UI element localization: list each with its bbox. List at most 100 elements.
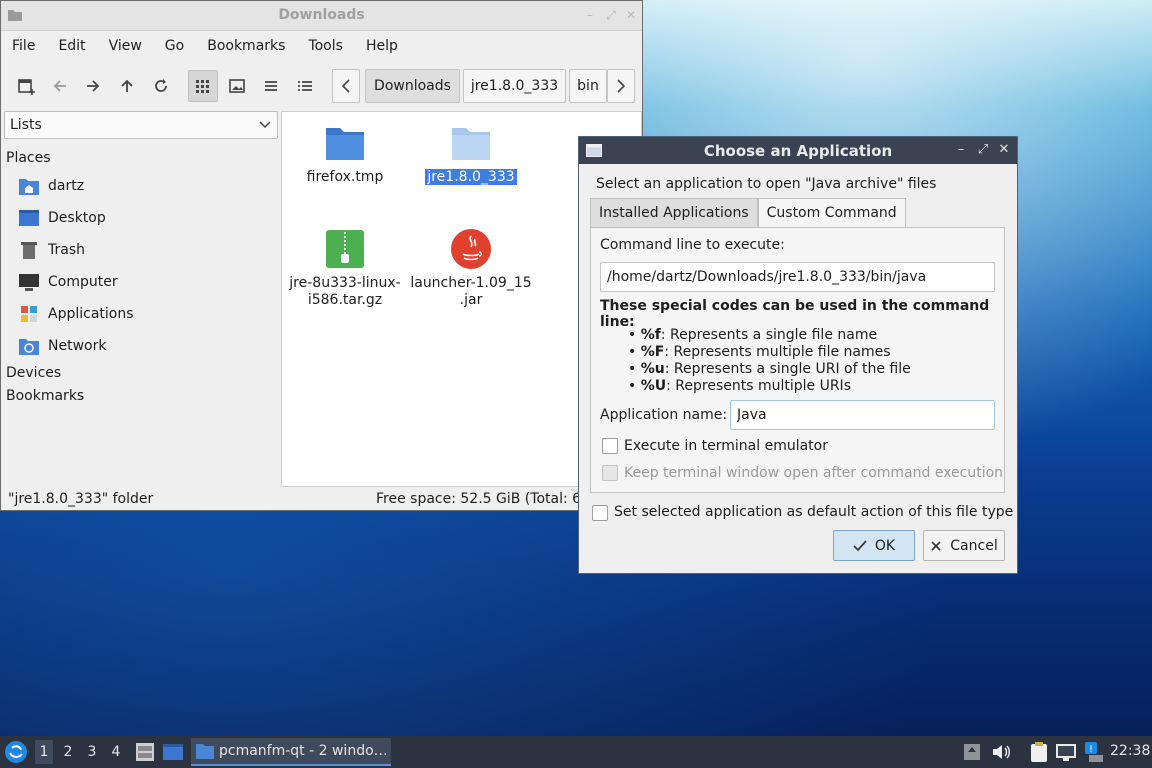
file-manager-titlebar[interactable]: Downloads – ⤢ ✕ [1,1,642,31]
menu-edit[interactable]: Edit [58,38,85,54]
icon-view-button[interactable] [188,70,218,102]
minimize-icon[interactable]: – [583,8,597,22]
status-selection: "jre1.8.0_333" folder [8,491,154,507]
special-codes-heading: These special codes can be used in the c… [600,298,990,330]
menu-go[interactable]: Go [165,38,184,54]
execute-in-terminal-checkbox[interactable] [602,438,618,454]
breadcrumb-jre[interactable]: jre1.8.0_333 [463,69,566,103]
tab-installed-applications[interactable]: Installed Applications [590,198,758,228]
workspace-4[interactable]: 4 [107,744,125,760]
code-symbol: %u [640,361,665,377]
reload-button[interactable] [146,70,176,102]
status-bar: "jre1.8.0_333" folder Free space: 52.5 G… [1,488,642,510]
menu-help[interactable]: Help [366,38,398,54]
command-line-label: Command line to execute: [600,237,785,253]
code-item: • %U: Represents multiple URIs [628,378,851,394]
cancel-button[interactable]: Cancel [923,530,1005,561]
detailed-view-button[interactable] [290,70,320,102]
file-manager-launcher[interactable] [134,741,156,763]
notification-icon[interactable]: ! [1082,741,1104,763]
close-icon[interactable]: ✕ [996,142,1012,158]
start-menu-button[interactable] [4,740,28,764]
side-pane-mode-select[interactable]: Lists [4,111,278,139]
menu-view[interactable]: View [109,38,142,54]
clock[interactable]: 22:38 [1110,743,1150,759]
computer-icon [18,271,40,293]
place-desktop[interactable]: Desktop [4,202,278,234]
file-name: jre1.8.0_333 [425,169,517,185]
volume-icon[interactable] [991,743,1011,761]
place-label: Network [48,338,107,354]
places-header[interactable]: Places [4,147,278,170]
folder-icon [326,128,364,160]
menu-bookmarks[interactable]: Bookmarks [207,38,285,54]
svg-text:!: ! [1089,744,1093,755]
dialog-tabs: Installed Applications Custom Command [590,198,906,228]
menu-file[interactable]: File [12,38,35,54]
code-symbol: %f [640,327,661,343]
thumbnail-view-icon [229,79,245,93]
folder-icon [196,744,214,759]
file-item[interactable]: launcher-1.09_15 .jar [408,228,534,309]
tab-custom-command[interactable]: Custom Command [757,198,906,228]
custom-command-pane: Command line to execute: These special c… [590,227,1005,493]
folder-icon [452,128,490,160]
clipboard-icon[interactable] [1029,741,1049,763]
ok-button[interactable]: OK [833,530,915,561]
place-network[interactable]: Network [4,330,278,362]
file-item-selected[interactable]: jre1.8.0_333 [408,122,534,186]
place-label: dartz [48,178,85,194]
place-computer[interactable]: Computer [4,266,278,298]
file-item[interactable]: firefox.tmp [282,122,408,186]
arrow-up-icon [121,79,133,92]
back-button[interactable] [45,70,75,102]
workspace-2[interactable]: 2 [59,744,77,760]
workspace-3[interactable]: 3 [83,744,101,760]
menu-tools[interactable]: Tools [308,38,343,54]
file-name-line: i586.tar.gz [307,292,383,308]
minimize-icon[interactable]: – [953,142,969,158]
breadcrumb-downloads[interactable]: Downloads [365,69,460,103]
compact-view-button[interactable] [256,70,286,102]
file-name-line: .jar [459,292,483,308]
up-button[interactable] [112,70,142,102]
grid-view-icon [196,80,209,93]
chevron-left-icon [341,79,350,93]
choose-application-dialog: Choose an Application – ⤢ ✕ Select an ap… [578,136,1018,574]
forward-button[interactable] [78,70,108,102]
new-tab-icon [18,79,35,95]
restore-icon[interactable]: ⤢ [604,8,618,22]
dialog-titlebar[interactable]: Choose an Application – ⤢ ✕ [579,137,1017,164]
reload-icon [155,79,167,92]
dialog-title: Choose an Application [703,142,893,160]
execute-in-terminal-label[interactable]: Execute in terminal emulator [624,438,828,454]
new-tab-button[interactable] [11,70,41,102]
archive-icon [326,230,364,268]
place-trash[interactable]: Trash [4,234,278,266]
taskbar-task-pcmanfm[interactable]: pcmanfm-qt - 2 windo… [191,738,391,766]
breadcrumb-scroll-left[interactable] [332,69,360,103]
command-line-input[interactable] [600,262,995,292]
file-item[interactable]: jre-8u333-linux- i586.tar.gz [282,228,408,309]
applications-icon [18,303,40,325]
close-icon[interactable]: ✕ [624,8,638,22]
breadcrumb-scroll-right[interactable] [607,69,635,103]
file-name-line: launcher-1.09_15 [410,275,532,291]
application-name-input[interactable] [730,400,995,430]
set-default-label[interactable]: Set selected application as default acti… [614,504,1013,520]
restore-icon[interactable]: ⤢ [975,142,991,158]
bookmarks-header[interactable]: Bookmarks [4,385,278,408]
workspace-1[interactable]: 1 [35,740,53,764]
thumbnail-view-button[interactable] [222,70,252,102]
network-tray-icon[interactable] [1055,742,1077,762]
place-dartz[interactable]: dartz [4,170,278,202]
show-desktop-button[interactable] [162,741,184,763]
breadcrumb-bin[interactable]: bin [569,69,607,103]
file-name: firefox.tmp [306,169,384,185]
set-default-checkbox[interactable] [592,505,608,521]
tray-updates-icon[interactable] [963,743,981,761]
list-view-icon [265,81,277,91]
place-applications[interactable]: Applications [4,298,278,330]
devices-header[interactable]: Devices [4,362,278,385]
place-label: Trash [48,242,85,258]
